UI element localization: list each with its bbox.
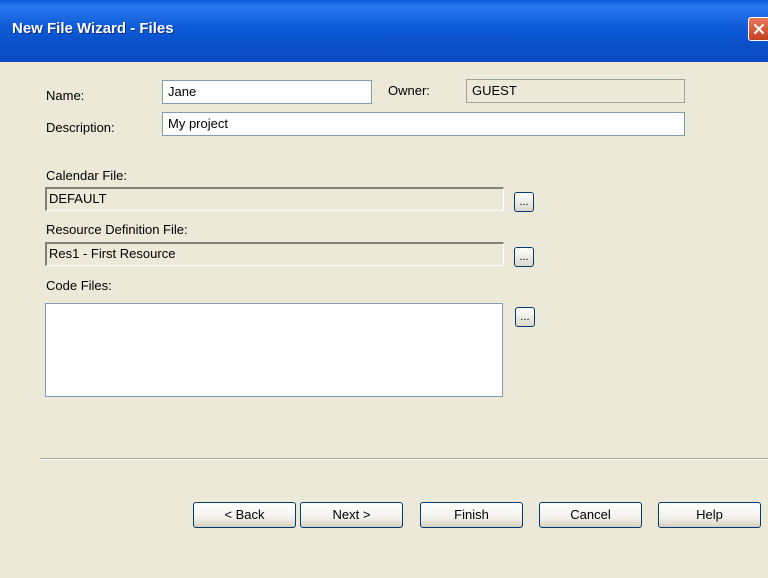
owner-field: GUEST xyxy=(466,79,685,103)
window-title: New File Wizard - Files xyxy=(12,20,174,37)
code-files-list[interactable] xyxy=(45,303,503,397)
next-button[interactable]: Next > xyxy=(300,502,403,528)
owner-label: Owner: xyxy=(388,83,430,98)
calendar-file-field: DEFAULT xyxy=(45,187,504,211)
calendar-browse-button[interactable]: ... xyxy=(514,192,534,212)
resource-definition-label: Resource Definition File: xyxy=(46,222,188,237)
code-files-browse-button[interactable]: ... xyxy=(515,307,535,327)
ellipsis-icon: ... xyxy=(520,311,530,323)
calendar-file-label: Calendar File: xyxy=(46,168,127,183)
resource-definition-field: Res1 - First Resource xyxy=(45,242,504,266)
description-field[interactable]: My project xyxy=(162,112,685,136)
back-button[interactable]: < Back xyxy=(193,502,296,528)
new-file-wizard-window: New File Wizard - Files Name: Jane Owner… xyxy=(0,0,768,578)
ellipsis-icon: ... xyxy=(519,196,529,208)
name-label: Name: xyxy=(46,88,85,103)
resource-browse-button[interactable]: ... xyxy=(514,247,534,267)
title-bar[interactable]: New File Wizard - Files xyxy=(0,0,768,62)
divider xyxy=(40,458,768,460)
finish-button[interactable]: Finish xyxy=(420,502,523,528)
ellipsis-icon: ... xyxy=(519,251,529,263)
description-label: Description: xyxy=(46,120,115,135)
close-icon xyxy=(754,24,764,34)
name-field[interactable]: Jane xyxy=(162,80,372,104)
code-files-label: Code Files: xyxy=(46,278,112,293)
dialog-client-area: Name: Jane Owner: GUEST Description: My … xyxy=(0,62,768,578)
help-button[interactable]: Help xyxy=(658,502,761,528)
cancel-button[interactable]: Cancel xyxy=(539,502,642,528)
close-button[interactable] xyxy=(748,17,768,41)
